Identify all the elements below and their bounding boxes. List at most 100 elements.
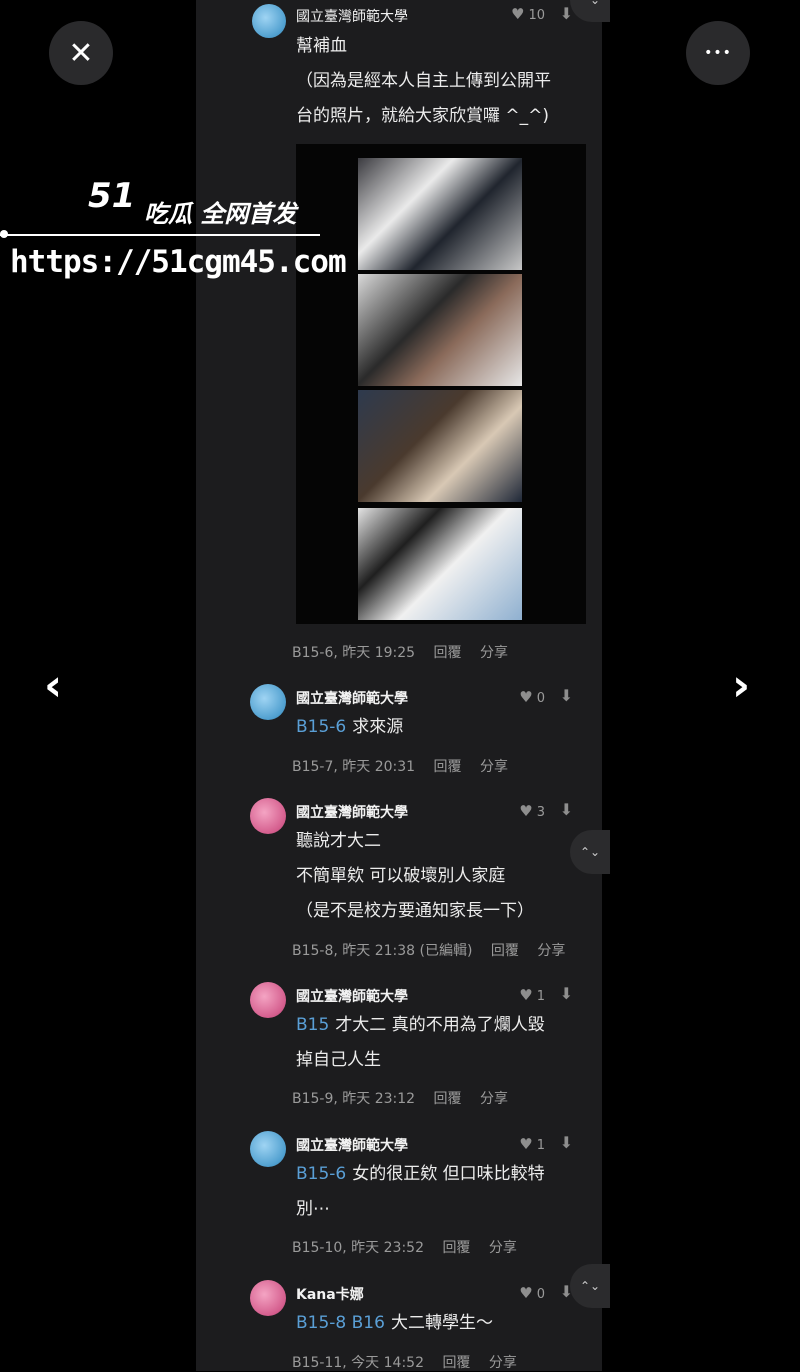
photo-frame [358, 508, 522, 620]
floor-timestamp: B15-7, 昨天 20:31 [292, 759, 416, 775]
close-button[interactable]: ✕ [49, 21, 113, 85]
watermark: 51 吃瓜 全网首发 https://51cgm45.com [0, 176, 347, 296]
reply-button[interactable]: 回覆 [442, 1355, 470, 1371]
floor-reference-link[interactable]: B15-6 [296, 717, 346, 737]
floor-reference-link[interactable]: B15 [296, 1015, 329, 1035]
comment-line: 聽說才大二 [296, 831, 381, 851]
reply-button[interactable]: 回覆 [491, 943, 519, 959]
watermark-url: https://51cgm45.com [10, 244, 347, 280]
more-options-button[interactable]: ••• [686, 21, 750, 85]
share-button[interactable]: 分享 [489, 1240, 517, 1256]
like-button[interactable]: ♥ 0 [519, 688, 545, 706]
comment-author: 國立臺灣師範大學 [296, 691, 408, 707]
downvote-button[interactable]: ⬇ [560, 800, 573, 819]
share-button[interactable]: 分享 [537, 943, 565, 959]
like-button[interactable]: ♥ 1 [519, 986, 545, 1004]
more-icon: ••• [704, 45, 732, 61]
scroll-handle[interactable]: ⌃⌄ [570, 1264, 610, 1308]
reply-button[interactable]: 回覆 [434, 1091, 462, 1107]
downvote-button[interactable]: ⬇ [560, 686, 573, 705]
chevron-right-icon: › [732, 660, 751, 711]
like-button[interactable]: ♥ 3 [519, 802, 545, 820]
avatar[interactable] [252, 4, 286, 38]
watermark-tagline: 吃瓜 全网首发 [144, 200, 297, 228]
like-count: 0 [536, 1287, 545, 1302]
comment-meta: B15-10, 昨天 23:52 回覆 分享 [292, 1237, 531, 1257]
avatar[interactable] [250, 684, 286, 720]
comment-author: 國立臺灣師範大學 [296, 989, 408, 1005]
avatar[interactable] [250, 1131, 286, 1167]
downvote-button[interactable]: ⬇ [560, 1133, 573, 1152]
like-button[interactable]: ♥ 0 [519, 1284, 545, 1302]
comment-text: 才大二 真的不用為了爛人毀 [335, 1015, 545, 1035]
heart-icon: ♥ [519, 802, 533, 820]
reply-button[interactable]: 回覆 [442, 1240, 470, 1256]
like-button[interactable]: ♥ 10 [511, 5, 545, 23]
comment-text: 女的很正欸 但口味比較特 [352, 1164, 545, 1184]
reply-button[interactable]: 回覆 [434, 759, 462, 775]
photo-frame [358, 158, 522, 270]
comment-author: 國立臺灣師範大學 [296, 805, 408, 821]
comment-meta: B15-9, 昨天 23:12 回覆 分享 [292, 1088, 522, 1108]
comment-line: 台的照片，就給大家欣賞囉 ^_^) [296, 106, 550, 126]
heart-icon: ♥ [519, 688, 533, 706]
comment-b15-7: 國立臺灣師範大學 ♥ 0 ⬇ B15-6 求來源 B15-7, 昨天 20:31 回… [250, 684, 595, 780]
heart-icon: ♥ [519, 986, 533, 1004]
reply-button[interactable]: 回覆 [434, 645, 462, 661]
floor-timestamp: B15-9, 昨天 23:12 [292, 1091, 416, 1107]
avatar[interactable] [250, 982, 286, 1018]
comment-author: Kana卡娜 [296, 1287, 364, 1303]
comment-text: 大二轉學生～ [390, 1313, 493, 1333]
photo-strip-image[interactable] [296, 144, 586, 624]
avatar[interactable] [250, 798, 286, 834]
share-button[interactable]: 分享 [480, 759, 508, 775]
prev-image-button[interactable]: ‹ [44, 664, 62, 708]
like-button[interactable]: ♥ 1 [519, 1135, 545, 1153]
share-button[interactable]: 分享 [480, 1091, 508, 1107]
next-image-button[interactable]: › [732, 664, 750, 708]
arrow-down-icon: ⬇ [559, 686, 573, 705]
floor-timestamp: B15-6, 昨天 19:25 [292, 645, 416, 661]
photo-frame [358, 274, 522, 386]
arrow-down-icon: ⬇ [559, 984, 573, 1003]
comment-b15-9: 國立臺灣師範大學 ♥ 1 ⬇ B15 才大二 真的不用為了爛人毀 掉自己人生 B15… [250, 982, 595, 1112]
downvote-button[interactable]: ⬇ [560, 984, 573, 1003]
floor-timestamp: B15-8, 昨天 21:38 (已編輯) [292, 943, 473, 959]
comment-meta: B15-6, 昨天 19:25 回覆 分享 [292, 642, 522, 662]
chevron-left-icon: ‹ [44, 660, 63, 711]
comment-author: 國立臺灣師範大學 [296, 1138, 408, 1154]
watermark-brand: 51 [88, 176, 136, 216]
arrow-down-icon: ⬇ [559, 800, 573, 819]
avatar[interactable] [250, 1280, 286, 1316]
comment-line: 幫補血 [296, 36, 347, 56]
comment-b15-11: Kana卡娜 ♥ 0 ⬇ B15-8 B16 大二轉學生～ B15-11, 今天 1… [250, 1280, 595, 1372]
close-icon: ✕ [68, 35, 94, 71]
floor-reference-link[interactable]: B15-8 B16 [296, 1313, 385, 1333]
comment-line: 不簡單欸 可以破壞別人家庭 [296, 866, 506, 886]
comment-line: （因為是經本人自主上傳到公開平 [296, 71, 551, 91]
scroll-arrows-icon: ⌃⌄ [579, 845, 601, 859]
like-count: 1 [536, 989, 545, 1004]
heart-icon: ♥ [519, 1284, 533, 1302]
comment-b15-8: 國立臺灣師範大學 ♥ 3 ⬇ 聽說才大二 不簡單欸 可以破壞別人家庭 （是不是校方… [250, 798, 595, 964]
comment-author: 國立臺灣師範大學 [296, 9, 408, 25]
scroll-arrows-icon: ⌃⌄ [579, 0, 601, 7]
comment-line: B15 才大二 真的不用為了爛人毀 [296, 1008, 545, 1043]
floor-timestamp: B15-10, 昨天 23:52 [292, 1240, 424, 1256]
like-count: 0 [536, 691, 545, 706]
share-button[interactable]: 分享 [489, 1355, 517, 1371]
comment-line: B15-6 女的很正欸 但口味比較特 [296, 1157, 545, 1192]
comment-line: B15-6 求來源 [296, 710, 403, 745]
watermark-line [0, 234, 320, 236]
comment-line: B15-8 B16 大二轉學生～ [296, 1306, 493, 1341]
floor-reference-link[interactable]: B15-6 [296, 1164, 346, 1184]
comment-meta: B15-7, 昨天 20:31 回覆 分享 [292, 756, 522, 776]
scroll-arrows-icon: ⌃⌄ [579, 1279, 601, 1293]
comment-text: 求來源 [352, 717, 404, 737]
scroll-handle[interactable]: ⌃⌄ [570, 830, 610, 874]
comment-meta: B15-11, 今天 14:52 回覆 分享 [292, 1352, 531, 1372]
photo-frame [358, 390, 522, 502]
heart-icon: ♥ [519, 1135, 533, 1153]
share-button[interactable]: 分享 [480, 645, 508, 661]
comment-b15-10: 國立臺灣師範大學 ♥ 1 ⬇ B15-6 女的很正欸 但口味比較特 別⋯ B15-1… [250, 1131, 595, 1261]
